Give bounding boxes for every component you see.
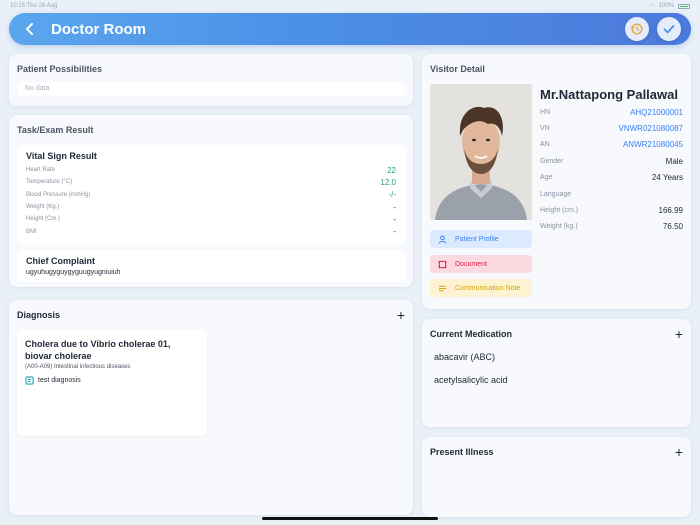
patient-photo xyxy=(430,84,532,220)
battery-icon xyxy=(678,3,690,9)
medication-item: acetylsalicylic acid xyxy=(434,375,508,385)
card-title: Task/Exam Result xyxy=(17,125,94,135)
app-header: Doctor Room xyxy=(9,13,691,45)
page-title: Doctor Room xyxy=(51,20,146,38)
back-button[interactable] xyxy=(19,18,41,40)
info-row-weight: Weight (kg.) 76.50 xyxy=(540,222,683,232)
complaint-text: ugyuhugyguygyguugyugniuiuh xyxy=(26,268,121,276)
info-row-gender: Gender Male xyxy=(540,156,683,166)
diagnosis-card: Diagnosis + Cholera due to Vibrio choler… xyxy=(9,300,413,515)
chief-complaint-panel: Chief Complaint ugyuhugyguygyguugyugniui… xyxy=(17,249,405,282)
info-row-height: Height (cm.) 166.99 xyxy=(540,206,683,216)
card-title: Patient Possibilities xyxy=(17,64,103,74)
home-indicator[interactable] xyxy=(262,517,438,520)
info-row-hn: HN AHQ21000001 xyxy=(540,107,683,117)
vital-row: Heart Rate 22 xyxy=(26,165,396,175)
document-button[interactable]: Document xyxy=(430,255,532,273)
status-bar: 10:15 Thu 26 Aug ◠ 100% xyxy=(0,0,700,12)
user-icon xyxy=(438,235,447,244)
diagnosis-note: test diagnosis xyxy=(38,377,81,384)
current-medication-card: Current Medication + abacavir (ABC) acet… xyxy=(422,319,691,427)
vital-row: BMI - xyxy=(26,227,396,237)
document-icon xyxy=(438,260,447,268)
communication-note-button[interactable]: Communication Note xyxy=(430,279,532,297)
vital-row: Weight (Kg.) - xyxy=(26,202,396,212)
vital-row: Height (Cm.) - xyxy=(26,214,396,224)
wifi-icon: ◠ xyxy=(649,3,655,10)
empty-state: No data xyxy=(17,82,405,96)
section-title: Chief Complaint xyxy=(26,255,95,266)
card-title: Current Medication xyxy=(430,329,513,339)
chevron-left-icon xyxy=(25,23,33,35)
patient-profile-button[interactable]: Patient Profile xyxy=(430,230,532,248)
add-medication-button[interactable]: + xyxy=(675,327,683,341)
diagnosis-item[interactable]: Cholera due to Vibrio cholerae 01, biova… xyxy=(17,330,207,436)
diagnosis-code: (A00-A09) Intestinal infectious diseases xyxy=(25,364,131,370)
info-row-language: Language xyxy=(540,190,572,198)
info-row-vn: VN VNWR021080087 xyxy=(540,124,683,134)
diagnosis-name: Cholera due to Vibrio cholerae 01, biova… xyxy=(25,339,171,361)
add-illness-button[interactable]: + xyxy=(675,445,683,459)
battery-percent: 100% xyxy=(658,3,674,9)
section-title: Vital Sign Result xyxy=(26,151,97,161)
visitor-detail-card: Visitor Detail Mr.Nattapong Pallawal HN A… xyxy=(422,54,691,309)
vital-row: Temperature (°C) 12.0 xyxy=(26,177,396,187)
info-row-an: AN ANWR21080045 xyxy=(540,140,683,150)
add-diagnosis-button[interactable]: + xyxy=(397,308,405,322)
visitor-info-list: HN AHQ21000001 VN VNWR021080087 AN ANWR2108… xyxy=(540,104,683,235)
info-row-age: Age 24 Years xyxy=(540,173,683,183)
status-date: Thu 26 Aug xyxy=(26,3,58,9)
present-illness-card: Present Illness + xyxy=(422,437,691,517)
person-photo-icon xyxy=(430,84,532,220)
history-icon xyxy=(630,23,643,35)
lines-icon xyxy=(438,285,447,291)
card-title: Present Illness xyxy=(430,447,494,457)
visitor-name: Mr.Nattapong Pallawal xyxy=(540,87,678,102)
task-exam-card: Task/Exam Result Vital Sign Result Heart… xyxy=(9,115,413,287)
vital-sign-panel: Vital Sign Result Heart Rate 22 Temperatu… xyxy=(17,145,405,244)
vital-row: Blood Pressure (mmHg) -/- xyxy=(26,190,396,200)
note-icon xyxy=(25,376,34,385)
card-title: Visitor Detail xyxy=(430,64,485,74)
confirm-button[interactable] xyxy=(657,17,681,41)
medication-item: abacavir (ABC) xyxy=(434,352,496,362)
patient-possibilities-card: Patient Possibilities No data xyxy=(9,54,413,106)
card-title: Diagnosis xyxy=(17,310,61,320)
history-button[interactable] xyxy=(625,17,649,41)
check-icon xyxy=(663,25,675,34)
status-time: 10:15 xyxy=(10,3,26,9)
